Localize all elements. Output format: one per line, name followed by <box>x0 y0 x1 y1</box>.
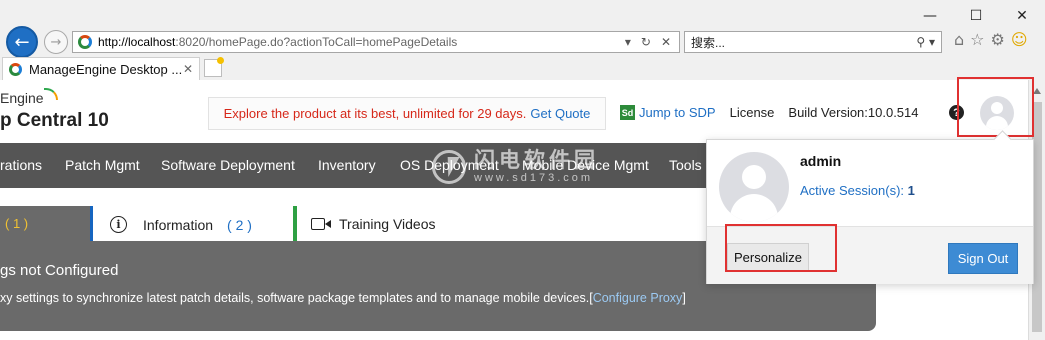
logo-arc-icon <box>44 88 58 100</box>
browser-tab-active[interactable]: ManageEngine Desktop ... ✕ <box>2 57 200 80</box>
info-icon: i <box>110 216 127 233</box>
sign-out-button[interactable]: Sign Out <box>948 243 1018 274</box>
logo-brand-text: Engine <box>0 90 44 106</box>
refresh-icon[interactable]: ↻ <box>641 35 651 49</box>
personalize-highlight-box <box>725 224 837 272</box>
active-sessions-count: 1 <box>907 183 915 198</box>
tab-close-icon[interactable]: ✕ <box>183 62 193 76</box>
trial-banner: Explore the product at its best, unlimit… <box>208 97 606 130</box>
url-host: http://localhost <box>98 35 176 49</box>
alert-description-text: xy settings to synchronize latest patch … <box>0 291 593 305</box>
jump-to-sdp-link[interactable]: Jump to SDP <box>639 105 716 120</box>
site-favicon-icon <box>78 35 92 49</box>
watermark-url: www.sd173.com <box>474 172 594 184</box>
nav-item-software-deployment[interactable]: Software Deployment <box>161 157 295 173</box>
arrow-left-icon: ← <box>14 31 30 53</box>
star-icon[interactable]: ☆ <box>970 30 984 49</box>
alert-bracket: ] <box>682 291 686 305</box>
watermark-logo-icon <box>432 150 466 184</box>
search-box[interactable]: 搜索... ⚲ ▾ <box>684 31 942 53</box>
arrow-right-icon: → <box>50 34 62 50</box>
profile-avatar-head-icon <box>742 165 766 189</box>
close-window-button[interactable]: ✕ <box>999 0 1045 32</box>
watermark-title: 闪电软件园 <box>474 149 599 172</box>
search-icon[interactable]: ⚲ ▾ <box>916 35 941 49</box>
maximize-button[interactable]: ☐ <box>953 0 999 32</box>
nav-item-patch-mgmt[interactable]: Patch Mgmt <box>65 157 140 173</box>
stop-icon[interactable]: ✕ <box>661 35 671 49</box>
scroll-up-icon[interactable] <box>1033 88 1041 94</box>
tab-alerts-count: ( 1 ) <box>5 216 29 231</box>
nav-item-inventory[interactable]: Inventory <box>318 157 376 173</box>
new-tab-button[interactable] <box>204 57 224 77</box>
header-links: Sd Jump to SDP License Build Version:10.… <box>620 105 919 120</box>
tab-alerts[interactable]: ( 1 ) <box>0 206 93 241</box>
gear-icon[interactable]: ⚙ <box>991 30 1005 49</box>
smiley-icon[interactable]: ☺ <box>1011 30 1028 49</box>
back-button[interactable]: ← <box>6 26 38 58</box>
profile-username: admin <box>800 153 842 169</box>
search-placeholder: 搜索... <box>691 35 726 50</box>
home-icon[interactable]: ⌂ <box>954 30 964 49</box>
tab-training-videos[interactable]: Training Videos <box>311 216 436 232</box>
browser-chrome: — ☐ ✕ ← → http://localhost:8020/homePage… <box>0 0 1045 80</box>
alert-description: xy settings to synchronize latest patch … <box>0 291 686 305</box>
sdp-icon: Sd <box>620 105 635 120</box>
address-bar[interactable]: http://localhost:8020/homePage.do?action… <box>72 31 680 53</box>
watermark: 闪电软件园 www.sd173.com <box>432 150 599 184</box>
tab-information[interactable]: i Information ( 2 ) <box>110 216 252 233</box>
trial-message: Explore the product at its best, unlimit… <box>223 106 527 121</box>
window-controls: — ☐ ✕ <box>907 0 1045 32</box>
url-path: :8020/homePage.do?actionToCall=homePageD… <box>175 35 458 49</box>
dropdown-arrow-icon[interactable]: ▾ <box>625 35 631 49</box>
tab-title: ManageEngine Desktop ... <box>29 61 183 77</box>
tab-divider <box>293 206 297 241</box>
tab-information-count: ( 2 ) <box>227 216 252 233</box>
nav-item-configurations[interactable]: rations <box>0 157 42 173</box>
browser-toolbar-icons: ⌂ ☆ ⚙ ☺ <box>954 30 1028 49</box>
configure-proxy-link[interactable]: Configure Proxy <box>593 291 683 305</box>
license-link[interactable]: License <box>730 105 775 120</box>
minimize-button[interactable]: — <box>907 0 953 32</box>
get-quote-link[interactable]: Get Quote <box>530 106 590 121</box>
profile-avatar-body-icon <box>730 194 778 222</box>
active-sessions-label: Active Session(s): <box>800 183 908 198</box>
forward-button[interactable]: → <box>44 30 68 54</box>
build-version: Build Version:10.0.514 <box>788 105 919 120</box>
tab-training-videos-label: Training Videos <box>339 216 436 232</box>
video-camera-icon <box>311 218 331 230</box>
nav-item-tools[interactable]: Tools <box>669 157 702 173</box>
tab-information-label: Information <box>143 216 214 233</box>
profile-avatar <box>719 152 789 222</box>
active-sessions-link[interactable]: Active Session(s): 1 <box>800 183 915 198</box>
avatar-highlight-box <box>957 77 1034 137</box>
tab-favicon-icon <box>9 62 22 76</box>
alert-title: gs not Configured <box>0 262 119 279</box>
logo-product-text[interactable]: p Central 10 <box>0 110 109 132</box>
